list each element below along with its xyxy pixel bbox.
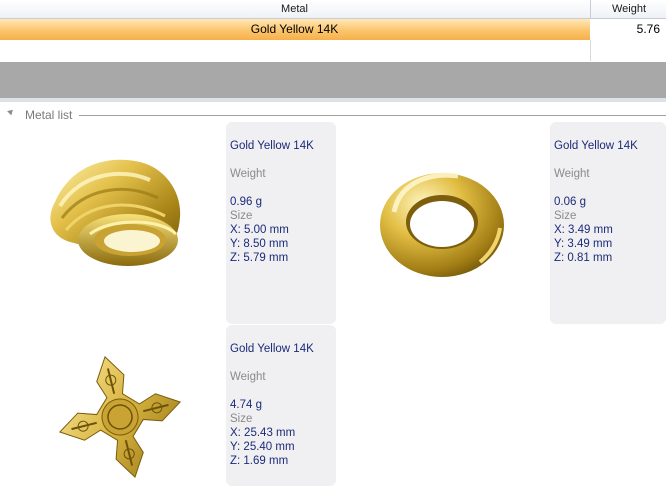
item-info-panel: Gold Yellow 14K Weight 4.74 g Size X: 25…	[226, 325, 336, 486]
column-header-weight[interactable]: Weight	[590, 0, 666, 18]
table-empty-area	[0, 62, 666, 98]
size-x: X: 5.00 mm	[230, 224, 289, 236]
size-label: Size	[230, 210, 253, 222]
column-header-metal[interactable]: Metal	[0, 0, 589, 18]
collapse-caret-icon[interactable]	[7, 107, 15, 116]
metal-name: Gold Yellow 14K	[230, 343, 314, 355]
cross-pendant-image	[58, 355, 182, 479]
size-x: X: 25.43 mm	[230, 427, 296, 439]
table-header: Metal Weight	[0, 0, 666, 19]
size-z: Z: 0.81 mm	[554, 252, 613, 264]
size-label: Size	[554, 210, 577, 222]
metal-item-card[interactable]: Gold Yellow 14K Weight 4.74 g Size X: 25…	[0, 325, 336, 486]
group-divider	[79, 115, 666, 116]
group-header-metal-list[interactable]: Metal list	[0, 104, 666, 124]
metal-item-card[interactable]: Gold Yellow 14K Weight 0.06 g Size X: 3.…	[330, 122, 666, 324]
weight-cell[interactable]: 5.76	[590, 19, 666, 40]
size-y: Y: 25.40 mm	[230, 441, 295, 453]
item-info-panel: Gold Yellow 14K Weight 0.06 g Size X: 3.…	[550, 122, 666, 324]
splitter[interactable]	[0, 98, 666, 102]
size-z: Z: 5.79 mm	[230, 252, 289, 264]
group-label: Metal list	[25, 108, 73, 122]
size-y: Y: 8.50 mm	[230, 238, 289, 250]
table-row-empty	[0, 40, 666, 61]
jump-ring-image	[380, 172, 504, 277]
item-info-panel: Gold Yellow 14K Weight 0.96 g Size X: 5.…	[226, 122, 336, 324]
table-row[interactable]: Gold Yellow 14K 5.76	[0, 19, 666, 40]
size-y: Y: 3.49 mm	[554, 238, 613, 250]
metal-name: Gold Yellow 14K	[230, 140, 314, 152]
weight-label: Weight	[230, 168, 266, 180]
size-label: Size	[230, 413, 253, 425]
weight-value: 0.96 g	[230, 196, 262, 208]
metal-item-card[interactable]: Gold Yellow 14K Weight 0.96 g Size X: 5.…	[0, 122, 336, 324]
size-z: Z: 1.69 mm	[230, 455, 289, 467]
metal-name: Gold Yellow 14K	[554, 140, 638, 152]
pendant-bail-image	[50, 159, 181, 266]
metal-cell[interactable]: Gold Yellow 14K	[0, 19, 589, 40]
weight-label: Weight	[230, 371, 266, 383]
size-x: X: 3.49 mm	[554, 224, 613, 236]
weight-value: 4.74 g	[230, 399, 262, 411]
weight-label: Weight	[554, 168, 590, 180]
weight-value: 0.06 g	[554, 196, 586, 208]
